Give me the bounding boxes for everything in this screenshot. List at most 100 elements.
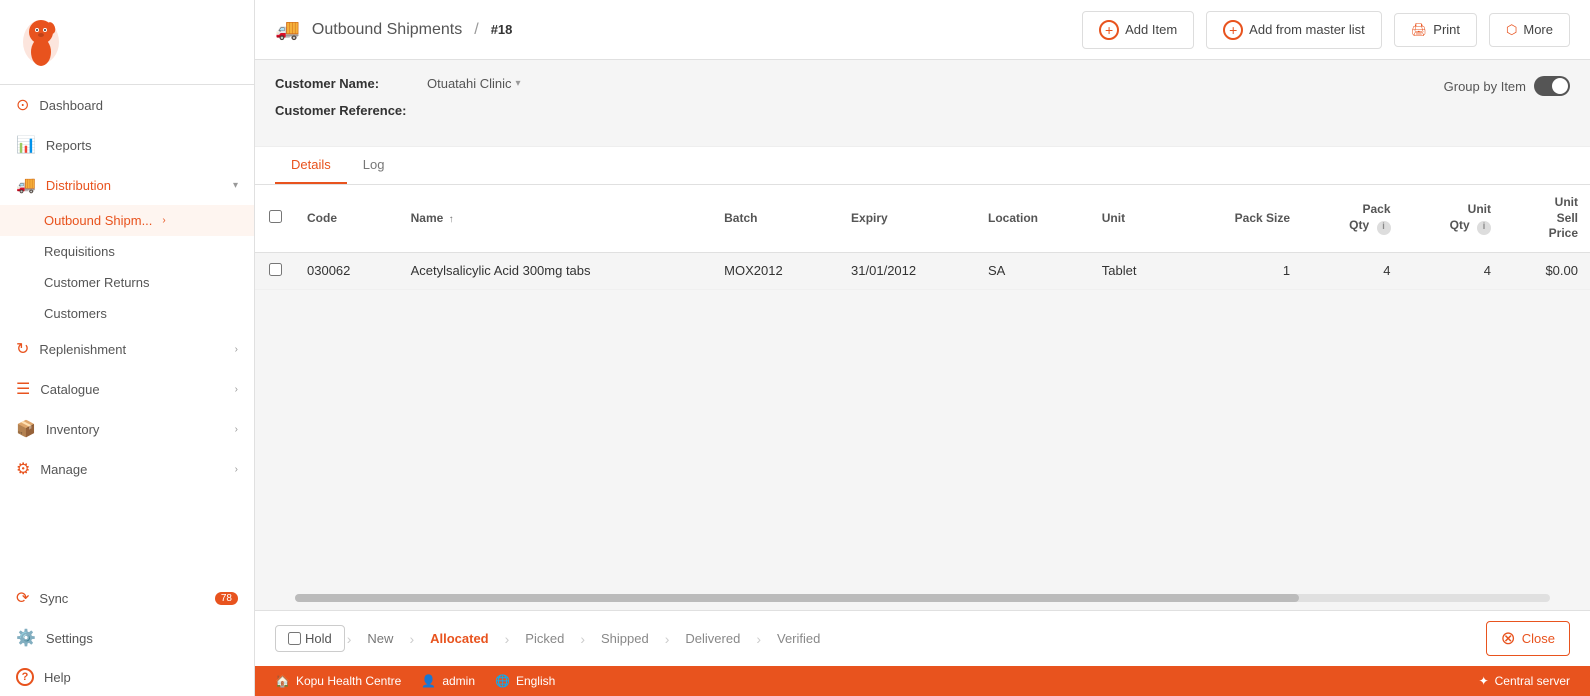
language-icon: 🌐 xyxy=(495,674,510,688)
sidebar-item-reports[interactable]: 📊 Reports xyxy=(0,125,254,165)
outbound-chevron-icon: › xyxy=(162,215,165,226)
logo-area xyxy=(0,0,254,85)
sidebar-label-settings: Settings xyxy=(46,631,93,646)
sidebar-item-inventory[interactable]: 📦 Inventory › xyxy=(0,409,254,449)
allocated-label: Allocated xyxy=(430,631,489,646)
hold-label: Hold xyxy=(305,631,332,646)
status-bar: Hold › New › Allocated › Picked › Shippe… xyxy=(255,610,1590,666)
sidebar-item-customers[interactable]: Customers xyxy=(0,298,254,329)
arrow-6: › xyxy=(756,631,761,647)
sidebar-item-sync[interactable]: ⟳ Sync 78 xyxy=(0,578,254,618)
sidebar-item-customer-returns[interactable]: Customer Returns xyxy=(0,267,254,298)
distribution-chevron-icon: ▾ xyxy=(233,180,238,191)
footer-user: 👤 admin xyxy=(421,674,475,688)
sidebar-item-requisitions[interactable]: Requisitions xyxy=(0,236,254,267)
sidebar-item-help[interactable]: ? Help xyxy=(0,658,254,696)
user-name: admin xyxy=(442,674,475,688)
cell-pack-size: 1 xyxy=(1180,252,1302,289)
delivered-step[interactable]: Delivered xyxy=(671,625,754,652)
arrow-3: › xyxy=(505,631,510,647)
tab-bar: Details Log xyxy=(255,147,1590,185)
allocated-step[interactable]: Allocated xyxy=(416,625,503,652)
tab-log[interactable]: Log xyxy=(347,147,401,184)
group-by-toggle[interactable]: Group by Item xyxy=(1444,76,1570,96)
verified-step[interactable]: Verified xyxy=(763,625,834,652)
items-table: Code Name ↑ Batch Expiry Location xyxy=(255,185,1590,290)
scroll-thumb[interactable] xyxy=(295,594,1299,602)
sidebar-label-replenishment: Replenishment xyxy=(39,342,126,357)
row-checkbox-cell[interactable] xyxy=(255,252,295,289)
new-step[interactable]: New xyxy=(353,625,407,652)
sidebar-item-catalogue[interactable]: ☰ Catalogue › xyxy=(0,369,254,409)
select-all-checkbox[interactable] xyxy=(269,210,282,223)
scroll-track[interactable] xyxy=(295,594,1550,602)
th-select-all[interactable] xyxy=(255,185,295,252)
sidebar-item-dashboard[interactable]: ⊙ Dashboard xyxy=(0,85,254,125)
tab-details[interactable]: Details xyxy=(275,147,347,184)
footer: 🏠 Kopu Health Centre 👤 admin 🌐 English ✦… xyxy=(255,666,1590,696)
cell-code: 030062 xyxy=(295,252,399,289)
sync-icon: ⟳ xyxy=(16,588,29,608)
print-button[interactable]: 🖨 Print xyxy=(1394,13,1477,47)
cell-name[interactable]: Acetylsalicylic Acid 300mg tabs xyxy=(399,252,713,289)
th-name[interactable]: Name ↑ xyxy=(399,185,713,252)
arrow-2: › xyxy=(409,631,414,647)
name-sort-icon: ↑ xyxy=(449,214,454,225)
server-icon: ✦ xyxy=(1479,674,1489,688)
replenishment-chevron-icon: › xyxy=(235,344,238,355)
add-from-master-button[interactable]: + Add from master list xyxy=(1206,11,1382,49)
more-button[interactable]: ⬡ More xyxy=(1489,13,1570,47)
truck-icon: 🚚 xyxy=(275,17,300,42)
pack-qty-info-icon[interactable]: i xyxy=(1377,221,1391,235)
arrow-1: › xyxy=(347,631,352,647)
hold-checkbox[interactable] xyxy=(288,632,301,645)
sidebar-item-replenishment[interactable]: ↻ Replenishment › xyxy=(0,329,254,369)
sidebar-item-outbound-shipments[interactable]: Outbound Shipm... › xyxy=(0,205,254,236)
breadcrumb-parent[interactable]: Outbound Shipments xyxy=(312,21,462,39)
add-item-button[interactable]: + Add Item xyxy=(1082,11,1194,49)
arrow-4: › xyxy=(580,631,585,647)
help-icon: ? xyxy=(16,668,34,686)
manage-icon: ⚙ xyxy=(16,459,30,479)
unit-qty-info-icon[interactable]: i xyxy=(1477,221,1491,235)
sidebar-item-settings[interactable]: ⚙️ Settings xyxy=(0,618,254,658)
cell-location: SA xyxy=(976,252,1090,289)
sidebar-label-inventory: Inventory xyxy=(46,422,99,437)
customer-name-row: Customer Name: Otuatahi Clinic ▾ xyxy=(275,76,1444,91)
th-unit: Unit xyxy=(1090,185,1180,252)
app-logo xyxy=(16,12,66,72)
picked-step[interactable]: Picked xyxy=(511,625,578,652)
arrow-5: › xyxy=(665,631,670,647)
customer-name-value: Otuatahi Clinic xyxy=(427,76,512,91)
shipment-id: #18 xyxy=(491,22,513,37)
row-checkbox[interactable] xyxy=(269,263,282,276)
th-batch: Batch xyxy=(712,185,839,252)
facility-icon: 🏠 xyxy=(275,674,290,688)
sidebar-label-reports: Reports xyxy=(46,138,92,153)
sidebar-label-catalogue: Catalogue xyxy=(40,382,99,397)
hold-step[interactable]: Hold xyxy=(275,625,345,652)
dashboard-icon: ⊙ xyxy=(16,95,29,115)
main-content: 🚚 Outbound Shipments / #18 + Add Item + … xyxy=(255,0,1590,696)
customer-name-dropdown-icon: ▾ xyxy=(516,78,521,89)
th-pack-qty: Pack Qty i xyxy=(1302,185,1402,252)
sidebar-label-manage: Manage xyxy=(40,462,87,477)
customer-name-field[interactable]: Otuatahi Clinic ▾ xyxy=(427,76,521,91)
sidebar-item-distribution[interactable]: 🚚 Distribution ▾ xyxy=(0,165,254,205)
cell-expiry: 31/01/2012 xyxy=(839,252,976,289)
shipped-step[interactable]: Shipped xyxy=(587,625,663,652)
cell-unit-qty: 4 xyxy=(1403,252,1503,289)
close-button[interactable]: ⊗ Close xyxy=(1486,621,1570,656)
footer-language: 🌐 English xyxy=(495,674,555,688)
sidebar-item-manage[interactable]: ⚙ Manage › xyxy=(0,449,254,489)
server-name: Central server xyxy=(1495,674,1570,688)
more-icon: ⬡ xyxy=(1506,22,1517,38)
customer-name-label: Customer Name: xyxy=(275,76,415,91)
sidebar-label-distribution: Distribution xyxy=(46,178,111,193)
add-from-master-label: Add from master list xyxy=(1249,22,1365,37)
horizontal-scrollbar[interactable] xyxy=(255,586,1590,610)
verified-label: Verified xyxy=(777,631,820,646)
catalogue-chevron-icon: › xyxy=(235,384,238,395)
toggle-knob xyxy=(1552,78,1568,94)
group-by-switch[interactable] xyxy=(1534,76,1570,96)
